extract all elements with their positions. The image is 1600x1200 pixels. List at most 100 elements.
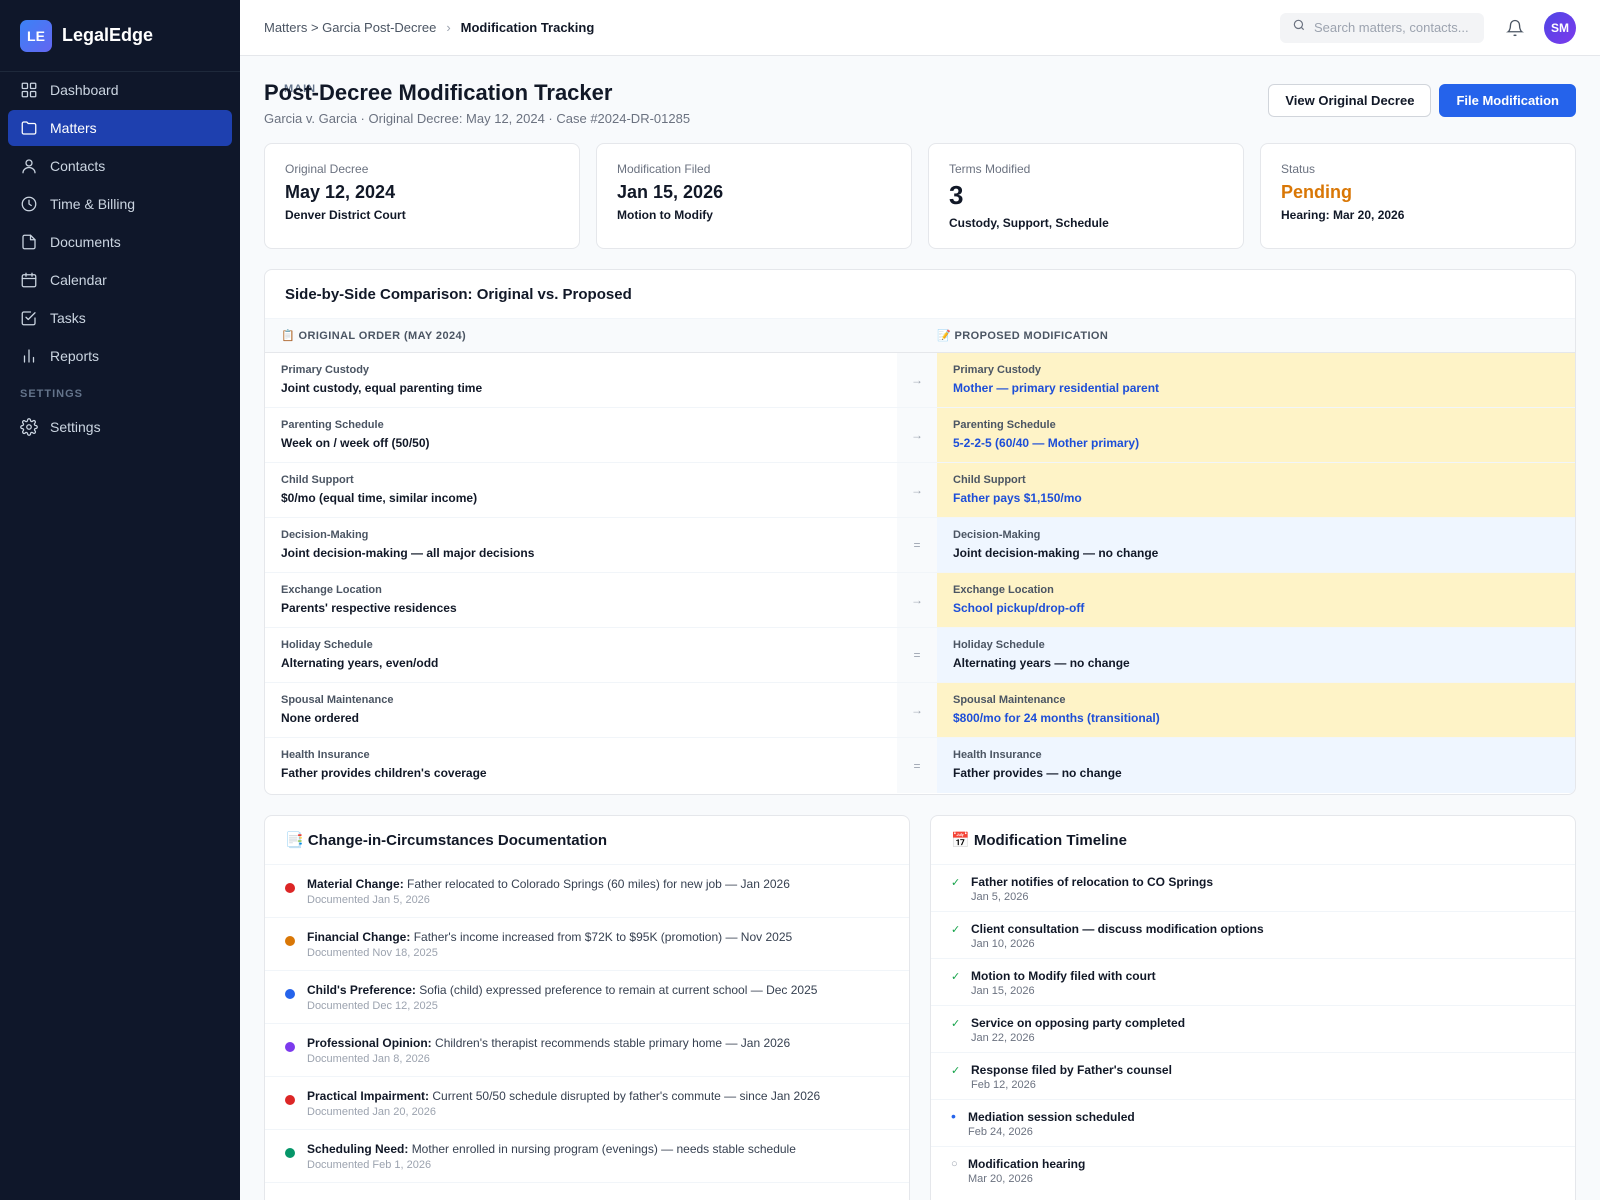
topbar: Matters > Garcia Post-Decree › Modificat… (240, 0, 1600, 56)
proposed-value: Joint decision-making — no change (953, 546, 1159, 560)
bell-icon[interactable] (1504, 17, 1526, 39)
sidebar-item-tasks[interactable]: Tasks (8, 300, 232, 336)
sidebar-item-label: Dashboard (50, 82, 119, 98)
stat-label: Original Decree (285, 162, 369, 176)
brand-logo: LE (20, 19, 52, 52)
original-term: Decision-Making Joint decision-making — a… (265, 518, 897, 572)
brand[interactable]: LE LegalEdge (0, 0, 240, 72)
term-label: Parenting Schedule (953, 419, 1056, 431)
breadcrumb-separator: › (446, 20, 451, 35)
proposed-term: Health Insurance Father provides — no cha… (937, 738, 1575, 793)
page-header: Post-Decree Modification Tracker Garcia … (264, 80, 1576, 140)
stat-label: Modification Filed (617, 162, 711, 176)
bar-chart-icon (20, 347, 38, 365)
search-input[interactable] (1314, 20, 1474, 35)
sidebar-item-label: Matters (50, 120, 97, 136)
sidebar-item-matters[interactable]: Matters (8, 110, 232, 146)
original-term: Spousal Maintenance None ordered (265, 683, 897, 737)
proposed-term: Child Support Father pays $1,150/mo (937, 463, 1575, 517)
sidebar-item-reports[interactable]: Reports (8, 338, 232, 374)
timeline-card: 📅 Modification Timeline ✓ Father notifies… (930, 815, 1576, 1200)
original-order-header: 📋 ORIGINAL ORDER (MAY 2024) (281, 330, 467, 342)
stats-row: Original Decree May 12, 2024 Denver Dist… (264, 143, 1576, 249)
stat-value: May 12, 2024 (285, 182, 396, 202)
list-item[interactable]: Scheduling Need: Mother enrolled in nurs… (265, 1130, 909, 1183)
list-item[interactable]: Professional Opinion: Children's therapi… (265, 1024, 909, 1077)
sidebar-item-contacts[interactable]: Contacts (8, 148, 232, 184)
proposed-value: School pickup/drop-off (953, 601, 1085, 615)
documented-date: Documented Jan 5, 2026 (307, 894, 430, 906)
timeline-event: Motion to Modify filed with court (971, 969, 1156, 983)
proposed-value: Father provides — no change (953, 766, 1122, 780)
list-item[interactable]: Material Change: Father relocated to Col… (265, 865, 909, 918)
equals-icon: = (897, 738, 937, 793)
sidebar: LE LegalEdge MAIN Dashboard Matters Cont… (0, 0, 315, 1200)
topbar-actions: SM (1280, 11, 1576, 44)
list-item[interactable]: Practical Impairment: Current 50/50 sche… (265, 1077, 909, 1130)
proposed-modification-header: 📝 PROPOSED MODIFICATION (937, 330, 1109, 342)
original-term: Parenting Schedule Week on / week off (50… (265, 408, 897, 462)
list-item[interactable]: Child's Preference: Sofia (child) expres… (265, 971, 909, 1024)
circumstance-description: Current 50/50 schedule disrupted by fath… (432, 1089, 821, 1103)
sidebar-item-documents[interactable]: Documents (8, 224, 232, 260)
timeline-event: Modification hearing (968, 1157, 1086, 1171)
comparison-rows: Primary Custody Joint custody, equal pare… (265, 353, 1575, 793)
circumstances-title: 📑 Change-in-Circumstances Documentation (265, 816, 909, 865)
check-icon: ✓ (951, 1065, 961, 1077)
stat-value: Jan 15, 2026 (617, 182, 724, 202)
status-badge: Pending (1281, 182, 1352, 202)
timeline-item: • Mediation session scheduled Feb 24, 2026 (931, 1100, 1575, 1147)
breadcrumb-current: Modification Tracking (460, 20, 595, 35)
documented-date: Documented Nov 18, 2025 (307, 947, 438, 959)
comparison-row: Holiday Schedule Alternating years, even/… (265, 628, 1575, 683)
term-label: Spousal Maintenance (953, 694, 1066, 706)
comparison-header: 📋 ORIGINAL ORDER (MAY 2024) 📝 PROPOSED M… (265, 319, 1575, 353)
check-icon: ✓ (951, 877, 961, 889)
stat-detail: Hearing: Mar 20, 2026 (1281, 208, 1405, 222)
proposed-term: Spousal Maintenance $800/mo for 24 months… (937, 683, 1575, 737)
arrow-right-icon: → (897, 408, 937, 462)
proposed-term: Parenting Schedule 5-2-2-5 (60/40 — Mothe… (937, 408, 1575, 462)
circumstances-list: Material Change: Father relocated to Col… (265, 865, 909, 1183)
term-label: Exchange Location (281, 584, 382, 596)
file-modification-button[interactable]: File Modification (1439, 84, 1576, 117)
sidebar-item-time-billing[interactable]: Time & Billing (8, 186, 232, 222)
comparison-card: Side-by-Side Comparison: Original vs. Pr… (264, 269, 1576, 795)
documented-date: Documented Jan 20, 2026 (307, 1106, 437, 1118)
equals-icon: = (897, 518, 937, 572)
documented-date: Documented Dec 12, 2025 (307, 1000, 438, 1012)
brand-name: LegalEdge (62, 25, 154, 45)
stat-detail: Custody, Support, Schedule (949, 216, 1109, 230)
proposed-term: Exchange Location School pickup/drop-off (937, 573, 1575, 627)
documented-date: Documented Feb 1, 2026 (307, 1159, 432, 1171)
stat-card-status: Status Pending Hearing: Mar 20, 2026 (1260, 143, 1576, 249)
sidebar-item-settings[interactable]: Settings (8, 409, 232, 445)
comparison-row: Primary Custody Joint custody, equal pare… (265, 353, 1575, 408)
proposed-value: Mother — primary residential parent (953, 381, 1160, 395)
circumstance-type: Scheduling Need: (307, 1142, 409, 1156)
proposed-term: Primary Custody Mother — primary resident… (937, 353, 1575, 407)
page-subtitle: Garcia v. Garcia · Original Decree: May … (264, 111, 691, 126)
sidebar-item-dashboard[interactable]: Dashboard (8, 72, 232, 108)
sidebar-item-label: Contacts (50, 158, 106, 174)
avatar[interactable]: SM (1544, 11, 1576, 44)
breadcrumb-path[interactable]: Matters > Garcia Post-Decree (264, 20, 436, 35)
stat-card-terms-modified: Terms Modified 3 Custody, Support, Sched… (928, 143, 1244, 249)
circumstance-description: Sofia (child) expressed preference to re… (419, 983, 818, 997)
comparison-row: Health Insurance Father provides children… (265, 738, 1575, 793)
comparison-row: Spousal Maintenance None ordered → Spousal … (265, 683, 1575, 738)
circumstance-type: Material Change: (307, 877, 404, 891)
term-label: Parenting Schedule (281, 419, 384, 431)
term-label: Child Support (953, 474, 1026, 486)
timeline-date: Mar 20, 2026 (968, 1173, 1033, 1185)
original-value: Father provides children's coverage (281, 766, 487, 780)
sidebar-item-calendar[interactable]: Calendar (8, 262, 232, 298)
circumstance-description: Father relocated to Colorado Springs (60… (407, 877, 790, 891)
comparison-row: Parenting Schedule Week on / week off (50… (265, 408, 1575, 463)
list-item[interactable]: Financial Change: Father's income increa… (265, 918, 909, 971)
arrow-right-icon: → (897, 573, 937, 627)
status-dot-icon (285, 1095, 295, 1105)
search-box[interactable] (1280, 12, 1484, 43)
view-original-decree-button[interactable]: View Original Decree (1268, 84, 1432, 117)
timeline-item: ○ Modification hearing Mar 20, 2026 (931, 1147, 1575, 1194)
